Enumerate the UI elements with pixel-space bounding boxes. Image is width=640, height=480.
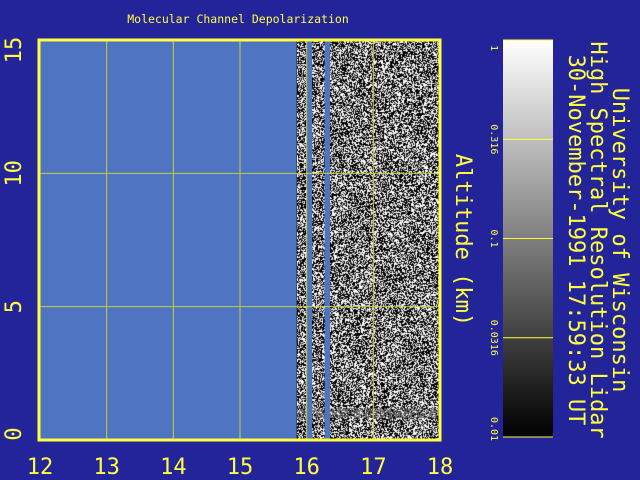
no-data-stripe [324, 40, 330, 440]
plot-area [37, 38, 442, 442]
x-axis-ticks: 12 13 14 15 16 17 18 [27, 455, 454, 480]
colorbar-tick-label: 0.1 [488, 229, 499, 247]
y-axis-ticks: 0 5 10 15 [2, 37, 27, 441]
colorbar-tick-label: 0.0316 [488, 320, 499, 356]
x-tick-label: 13 [93, 455, 120, 480]
y-tick-label: 10 [2, 160, 27, 187]
x-tick-label: 12 [27, 455, 54, 480]
colorbar-tick-label: 1 [488, 45, 499, 51]
y-tick-label: 5 [2, 300, 27, 313]
header-line-timestamp: 30-November-1991 17:59:33 UT [563, 55, 588, 426]
x-tick-label: 16 [293, 455, 320, 480]
x-tick-label: 14 [160, 455, 187, 480]
x-tick-label: 17 [360, 455, 387, 480]
colorbar: 1 0.316 0.1 0.0316 0.01 [488, 39, 553, 441]
colorbar-tick-label: 0.316 [488, 124, 499, 154]
y-axis-label: Altitude (km) [450, 154, 475, 326]
y-tick-label: 15 [2, 37, 27, 64]
no-data-stripe [306, 40, 312, 440]
x-tick-label: 15 [227, 455, 254, 480]
chart-title: Molecular Channel Depolarization [127, 12, 349, 26]
noise-field [297, 40, 440, 440]
lidar-figure: Molecular Channel Depolarization 12 13 14 1… [2, 12, 632, 480]
x-tick-label: 18 [427, 455, 454, 480]
no-data-region [40, 40, 297, 440]
colorbar-tick-label: 0.01 [488, 417, 499, 441]
y-tick-label: 0 [2, 427, 27, 440]
